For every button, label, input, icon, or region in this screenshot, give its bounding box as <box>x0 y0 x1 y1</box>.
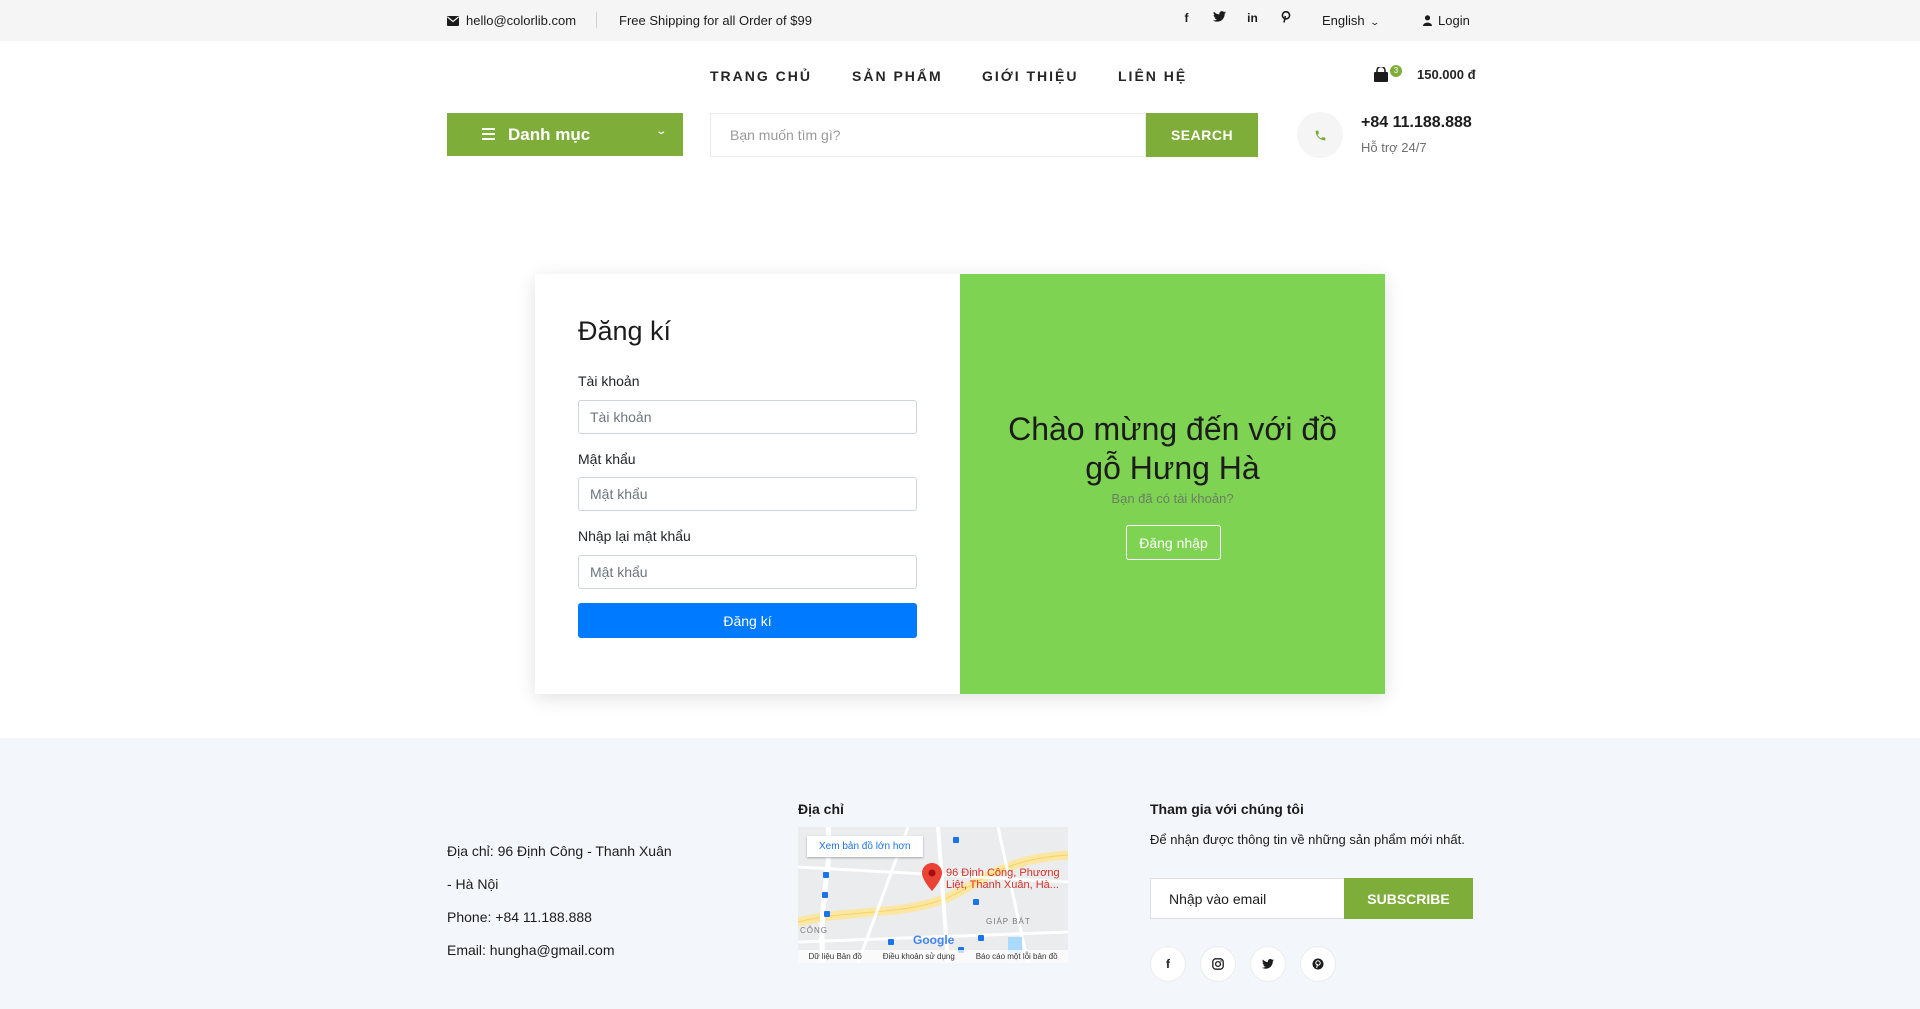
location-map[interactable]: Xem bản đồ lớn hơn 96 Định Công, Phương … <box>798 827 1068 963</box>
phone-icon-circle <box>1297 112 1343 158</box>
instagram-icon[interactable] <box>1200 946 1236 982</box>
username-label: Tài khoản <box>578 373 640 389</box>
footer-phone: Phone: +84 11.188.888 <box>447 909 592 925</box>
login-button[interactable]: Đăng nhập <box>1126 525 1221 560</box>
pinterest-icon[interactable] <box>1269 10 1302 26</box>
hamburger-icon <box>482 128 495 140</box>
linkedin-icon[interactable]: in <box>1236 11 1269 26</box>
top-bar: hello@colorlib.com Free Shipping for all… <box>0 0 1920 41</box>
footer-address-line1: Địa chỉ: 96 Định Công - Thanh Xuân <box>447 843 672 859</box>
shipping-notice: Free Shipping for all Order of $99 <box>619 13 812 28</box>
welcome-panel: Chào mừng đến với đồ gỗ Hưng Hà Bạn đã c… <box>960 274 1385 694</box>
map-terms-link[interactable]: Điều khoản sử dụng <box>883 952 955 961</box>
search-input[interactable] <box>711 114 1147 156</box>
chevron-down-icon: ⌄ <box>1369 17 1380 27</box>
pinterest-icon[interactable] <box>1300 946 1336 982</box>
username-field[interactable] <box>578 400 917 434</box>
category-menu-button[interactable]: Danh mục ⌄ <box>447 113 683 156</box>
category-label: Danh mục <box>508 124 591 144</box>
footer-email: Email: hungha@gmail.com <box>447 942 615 958</box>
user-icon <box>1423 15 1432 26</box>
language-label: English <box>1322 13 1365 28</box>
newsletter-heading: Tham gia với chúng tôi <box>1150 801 1304 817</box>
search-button[interactable]: SEARCH <box>1146 113 1258 157</box>
password-field[interactable] <box>578 477 917 511</box>
signup-title: Đăng kí <box>578 316 672 346</box>
main-nav: TRANG CHỦ SẢN PHẨM GIỚI THIỆU LIÊN HỆ <box>0 68 1920 88</box>
map-report-link[interactable]: Báo cáo một lỗi bản đồ <box>976 952 1058 961</box>
map-area-label: GIÁP BÁT <box>986 917 1031 926</box>
envelope-icon <box>447 15 459 26</box>
welcome-title: Chào mừng đến với đồ gỗ Hưng Hà <box>1008 411 1337 486</box>
cart-total: 150.000 đ <box>1417 67 1476 82</box>
newsletter-description: Để nhận được thông tin về những sản phẩm… <box>1150 832 1465 847</box>
phone-icon <box>1315 130 1325 140</box>
twitter-icon[interactable] <box>1203 11 1236 26</box>
confirm-password-label: Nhập lại mật khẩu <box>578 528 691 544</box>
map-enlarge-link[interactable]: Xem bản đồ lớn hơn <box>807 836 923 857</box>
password-label: Mật khẩu <box>578 451 636 467</box>
map-attribution: Dữ liệu Bản đồ Điều khoản sử dụng Báo cá… <box>798 950 1068 963</box>
topbar-social: f in <box>1170 10 1302 26</box>
footer-address-line2: - Hà Nội <box>447 876 499 892</box>
chevron-down-icon: ⌄ <box>654 126 667 137</box>
login-link[interactable]: Login <box>1423 13 1470 28</box>
welcome-subtitle: Bạn đã có tài khoản? <box>1111 491 1234 506</box>
shopping-bag-icon <box>1374 67 1388 82</box>
language-selector[interactable]: English ⌄ <box>1322 13 1380 28</box>
newsletter-email-input[interactable] <box>1150 878 1345 919</box>
topbar-email[interactable]: hello@colorlib.com <box>447 13 576 28</box>
topbar-divider <box>596 12 597 28</box>
cart-button[interactable]: 3 <box>1373 64 1403 86</box>
signup-form: Đăng kí Tài khoản Mật khẩu Nhập lại mật … <box>535 274 960 694</box>
facebook-icon[interactable]: f <box>1170 11 1203 26</box>
support-note: Hỗ trợ 24/7 <box>1361 140 1427 155</box>
confirm-password-field[interactable] <box>578 555 917 589</box>
nav-item-contact[interactable]: LIÊN HỆ <box>1118 68 1187 84</box>
map-pin-icon <box>922 863 942 891</box>
signup-submit-button[interactable]: Đăng kí <box>578 603 917 638</box>
cart-count-badge: 3 <box>1390 65 1402 77</box>
subscribe-button[interactable]: SUBSCRIBE <box>1344 878 1473 919</box>
facebook-icon[interactable]: f <box>1150 946 1186 982</box>
nav-item-products[interactable]: SẢN PHẨM <box>852 68 943 84</box>
google-logo: Google <box>913 933 955 947</box>
nav-item-about[interactable]: GIỚI THIỆU <box>982 68 1079 84</box>
nav-item-home[interactable]: TRANG CHỦ <box>710 68 812 84</box>
search-box <box>710 113 1147 157</box>
twitter-icon[interactable] <box>1250 946 1286 982</box>
map-address-label: 96 Định Công, Phương Liệt, Thanh Xuân, H… <box>946 867 1060 891</box>
login-label: Login <box>1438 13 1470 28</box>
map-area-label-2: CÔNG <box>800 926 828 935</box>
support-phone: +84 11.188.888 <box>1361 114 1472 131</box>
topbar-email-text: hello@colorlib.com <box>466 13 577 28</box>
map-data-link[interactable]: Dữ liệu Bản đồ <box>808 952 861 961</box>
signup-card: Đăng kí Tài khoản Mật khẩu Nhập lại mật … <box>535 274 1385 694</box>
map-heading: Địa chỉ <box>798 801 844 817</box>
